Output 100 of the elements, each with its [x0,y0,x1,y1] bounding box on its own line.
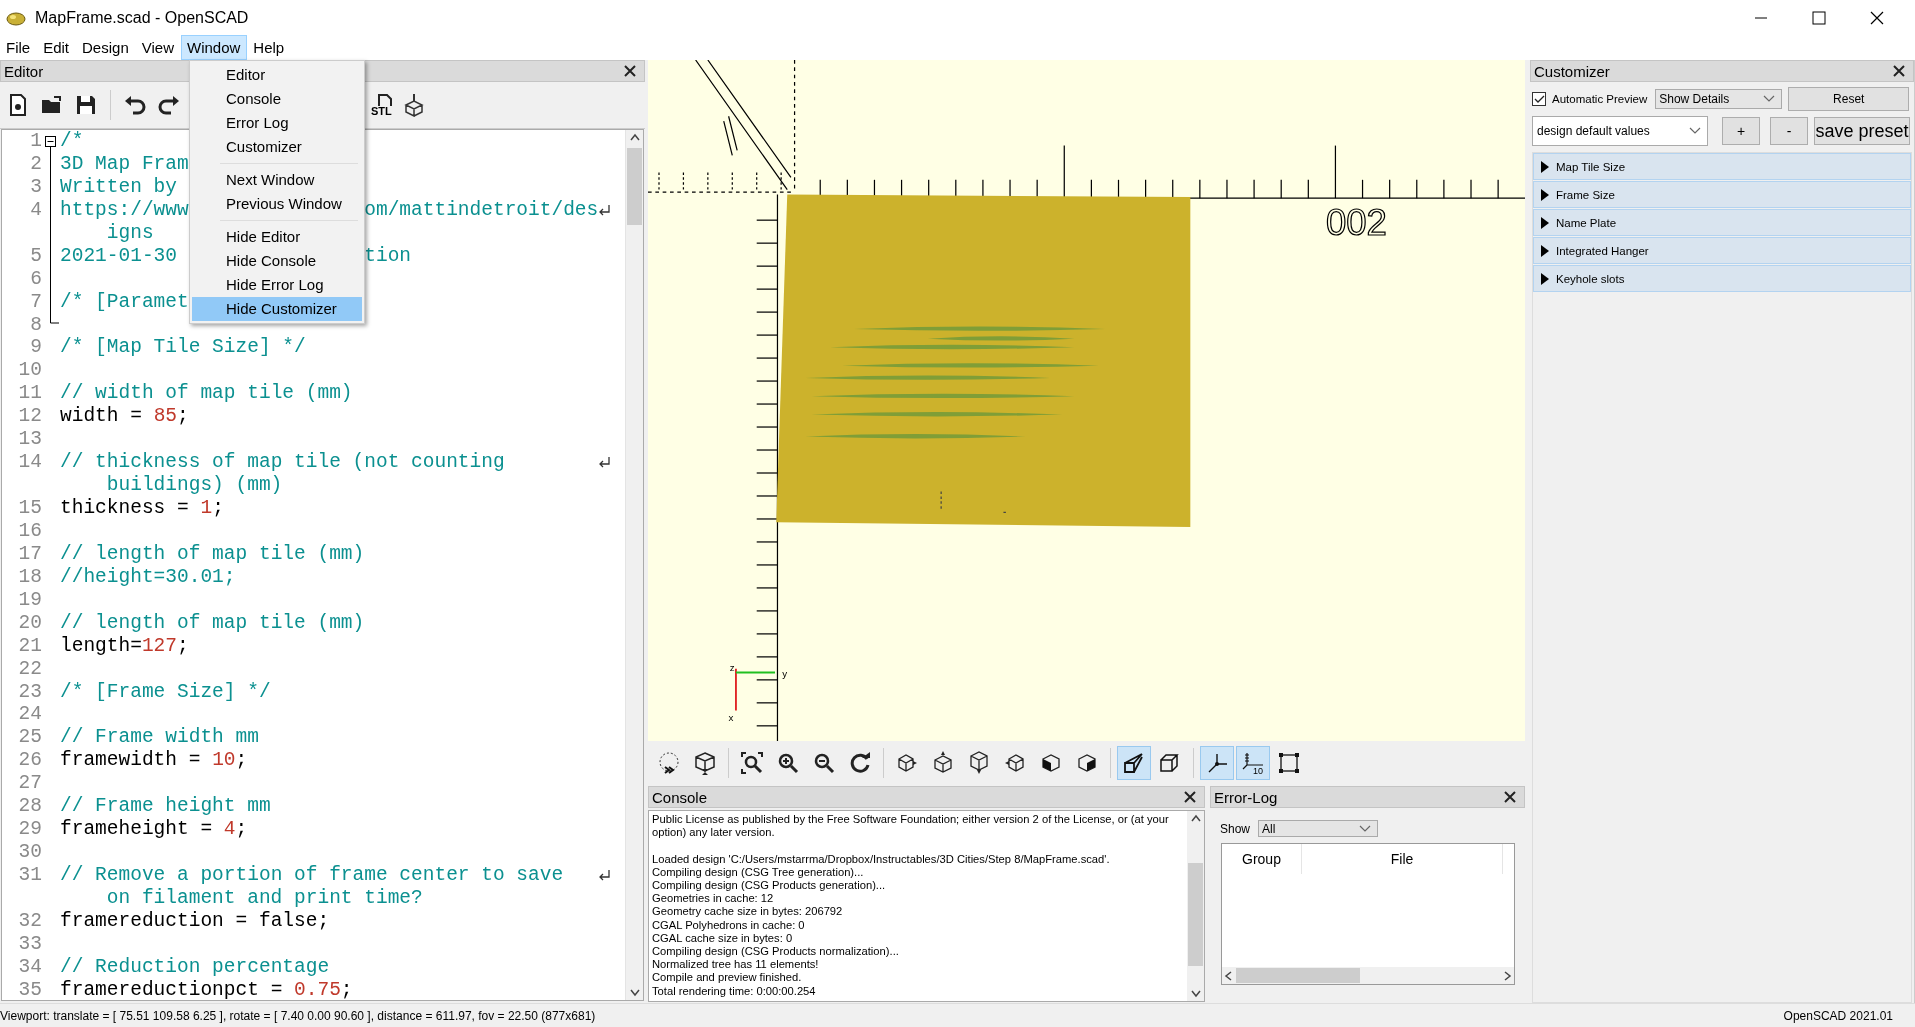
menu-item[interactable]: Edit [37,35,77,60]
menu-item[interactable]: Editor [192,63,362,87]
line-number: 12 [17,405,42,429]
caret-right-icon [1540,244,1550,257]
axis-label: y [782,668,788,680]
close-icon[interactable] [1504,791,1516,803]
console-line: Compiling design (CSG Products generation)... [652,879,887,893]
code-line: width = 85; [60,405,189,429]
chevron-down-icon [1763,95,1776,103]
details-dropdown[interactable]: Show Details [1655,89,1783,109]
parameter-group-header[interactable]: Frame Size [1533,181,1911,208]
cube-view-icon [967,750,991,775]
menu-item[interactable]: Window [181,35,248,60]
checkbox[interactable] [1532,92,1546,106]
line-number: 32 [17,909,42,933]
panel-title: Console [652,788,708,806]
line-number: 25 [17,726,42,750]
code-line: // width of map tile (mm) [60,382,353,406]
code-line: framewidth = 10; [60,749,248,773]
menu-item[interactable]: Help [247,35,292,60]
code-line: /* [Paramet [60,290,189,314]
column-header[interactable]: Group [1222,844,1302,874]
line-number: 9 [29,336,42,360]
edges-icon [1277,750,1301,775]
line-number: 28 [17,795,42,819]
line-number: 11 [17,382,42,406]
line-number: 34 [17,955,42,979]
scrollbar-thumb[interactable] [1236,968,1360,983]
checkbox-label: Automatic Preview [1552,93,1648,105]
code-line: 3D Map Fram [60,152,189,176]
view-all-icon [740,750,764,775]
panel-title: Customizer [1534,62,1610,80]
line-number: 26 [17,749,42,773]
line-number: 20 [17,611,42,635]
toolbar-button[interactable] [1200,745,1234,780]
menu-item[interactable]: Hide Console [192,249,362,273]
scrollbar-thumb[interactable] [627,148,642,225]
menu-item[interactable]: Previous Window [192,192,362,216]
console-line: Normalized tree has 11 elements! [652,958,820,972]
checkmark-icon [1533,94,1545,104]
console-line: Geometry cache size in bytes: 206792 [652,905,844,919]
menu-item[interactable]: File [0,35,38,60]
close-icon[interactable] [1893,65,1905,77]
3d-viewport[interactable]: 002 z y x [648,60,1525,741]
menu-item[interactable]: Error Log [192,111,362,135]
line-number: 18 [17,565,42,589]
parameter-group-header[interactable]: Keyhole slots [1533,265,1911,292]
file-icon [377,94,392,106]
parameter-group-header[interactable]: Map Tile Size [1533,153,1911,180]
stl-export-button[interactable]: STL [371,94,392,116]
preset-dropdown[interactable]: design default values [1532,116,1708,146]
code-line: framereductionpct = 0.75; [60,978,353,1000]
menu-item[interactable]: Customizer [192,135,362,159]
line-number: 2 [29,152,42,176]
line-number: 30 [17,841,42,864]
column-header[interactable]: File [1302,844,1503,874]
menu-item[interactable]: Hide Customizer [192,297,362,321]
code-line: /* [Map Tile Size] */ [60,336,306,360]
cube-view-icon [931,750,955,775]
code-line: 2021-01-30 [60,244,178,268]
reset-view-icon [848,750,872,775]
line-number: 5 [29,244,42,268]
menu-item[interactable]: Hide Editor [192,225,362,249]
line-number: 33 [17,932,42,956]
window-title: MapFrame.scad - OpenSCAD [35,8,249,27]
menu-item[interactable]: View [135,35,181,60]
toolbar-button[interactable] [1117,745,1151,780]
code-line: om/mattindetroit/des [364,198,599,222]
undo-icon[interactable] [123,93,147,117]
version-label: OpenSCAD 2021.01 [1783,1009,1893,1023]
line-number: 27 [17,772,42,796]
line-number: 1 [29,130,42,153]
scrollbar-thumb[interactable] [1188,863,1203,966]
console-line: Public License as published by the Free Software Foundation; either version 2 of the License, or (at your [652,813,1170,827]
show-filter-dropdown[interactable]: All [1258,820,1379,837]
close-icon[interactable] [1184,791,1196,803]
save-icon[interactable] [74,93,98,117]
menu-item[interactable]: Next Window [192,168,362,192]
code-line: // thickness of map tile (not counting [60,451,505,475]
console-line: Total rendering time: 0:00:00.254 [652,984,817,998]
reset-button[interactable]: Reset [1788,87,1910,111]
console-line: CGAL cache size in bytes: 0 [652,931,794,945]
close-icon[interactable] [1870,10,1884,25]
caret-right-icon [1540,188,1550,201]
perspective-icon [1122,750,1146,775]
parameter-group-header[interactable]: Name Plate [1533,209,1911,236]
code-line: //height=30.01; [60,565,236,589]
code-line: // length of map tile (mm) [60,611,365,635]
maximize-icon[interactable] [1812,10,1826,25]
add-preset-button[interactable]: + [1722,117,1760,145]
menu-item[interactable]: Console [192,87,362,111]
chevron-down-icon [1359,824,1372,833]
menu-item[interactable]: Design [76,35,136,60]
remove-preset-button[interactable]: - [1770,117,1808,145]
save-preset-button[interactable]: save preset [1814,117,1910,145]
close-icon[interactable] [624,65,636,77]
code-line: /* [Frame Size] */ [60,680,271,704]
redo-icon[interactable] [157,93,181,117]
parameter-group-header[interactable]: Integrated Hanger [1533,237,1911,264]
menu-item[interactable]: Hide Error Log [192,273,362,297]
